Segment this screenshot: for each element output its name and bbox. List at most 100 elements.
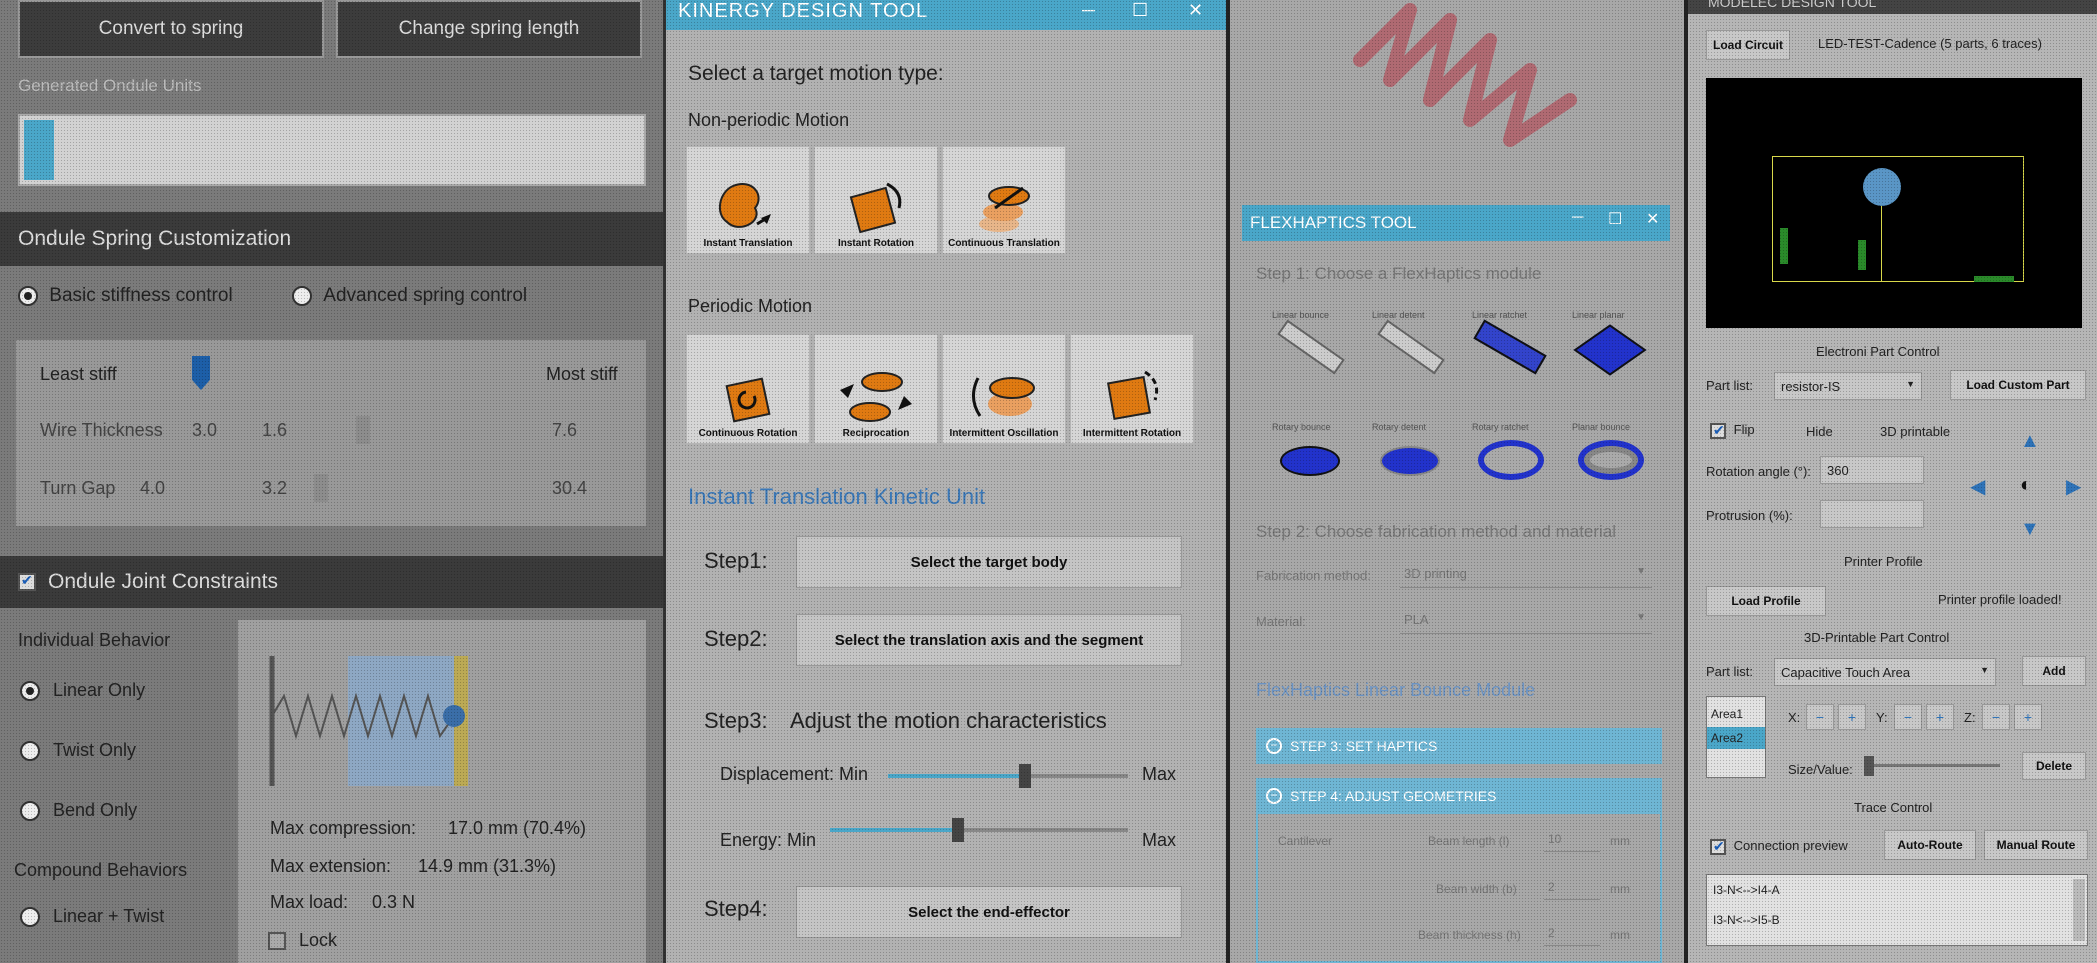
- displacement-slider[interactable]: [888, 764, 1128, 788]
- arrow-left-icon[interactable]: ◀: [1970, 474, 1985, 499]
- circuit-preview: [1706, 78, 2082, 328]
- rotary-detent-icon: [1380, 446, 1440, 476]
- printable-part-section-label: 3D-Printable Part Control: [1804, 630, 1950, 645]
- step4-geometries-header[interactable]: − STEP 4: ADJUST GEOMETRIES: [1256, 778, 1662, 814]
- size-slider[interactable]: [1864, 756, 2000, 776]
- y-minus-button[interactable]: −: [1894, 704, 1922, 730]
- module-linear-bounce[interactable]: Linear bounce: [1266, 310, 1356, 394]
- slider-thumb[interactable]: [1018, 764, 1031, 788]
- change-spring-length-button[interactable]: Change spring length: [336, 0, 642, 58]
- contrast-icon[interactable]: ◐: [2020, 474, 2032, 497]
- select-target-body-button[interactable]: Select the target body: [796, 536, 1182, 588]
- trace-item[interactable]: I3-N<-->I5-B: [1713, 913, 1780, 927]
- lock-label: Lock: [299, 930, 338, 950]
- beam-thickness-input[interactable]: 2: [1544, 922, 1600, 946]
- continuous-rotation-card[interactable]: Continuous Rotation: [686, 334, 810, 444]
- trace-list[interactable]: I3-N<-->I4-A I3-N<-->I5-B: [1706, 874, 2088, 946]
- part-list2-select[interactable]: Capacitive Touch Area ▼: [1774, 658, 1996, 686]
- continuous-translation-card[interactable]: Continuous Translation: [942, 146, 1066, 254]
- part-list-label: Part list:: [1706, 378, 1753, 393]
- linear-only-radio[interactable]: Linear Only: [20, 680, 145, 702]
- module-linear-planar[interactable]: Linear planar: [1566, 310, 1656, 394]
- area-item[interactable]: Area1: [1707, 703, 1765, 725]
- bend-only-radio[interactable]: Bend Only: [20, 800, 137, 822]
- module-linear-ratchet[interactable]: Linear ratchet: [1466, 310, 1556, 394]
- joint-checkbox-icon[interactable]: [18, 572, 36, 591]
- wire-slider-thumb[interactable]: [356, 416, 370, 444]
- delete-button[interactable]: Delete: [2022, 752, 2086, 780]
- select-translation-axis-button[interactable]: Select the translation axis and the segm…: [796, 614, 1182, 666]
- z-plus-button[interactable]: +: [2014, 704, 2042, 730]
- advanced-spring-radio[interactable]: Advanced spring control: [292, 285, 527, 307]
- beam-width-input[interactable]: 2: [1544, 876, 1600, 900]
- scrollbar[interactable]: [2073, 879, 2085, 941]
- basic-stiffness-radio[interactable]: Basic stiffness control: [18, 285, 233, 307]
- x-minus-button[interactable]: −: [1806, 704, 1834, 730]
- printable-3d-label[interactable]: 3D printable: [1880, 424, 1950, 439]
- trace-item[interactable]: I3-N<-->I4-A: [1713, 883, 1780, 897]
- close-icon[interactable]: ✕: [1646, 209, 1659, 229]
- arrow-up-icon[interactable]: ▲: [2020, 430, 2040, 453]
- close-icon[interactable]: ✕: [1188, 0, 1204, 21]
- arrow-down-icon[interactable]: ▼: [2020, 518, 2040, 541]
- printer-profile-section-label: Printer Profile: [1844, 554, 1923, 569]
- connection-preview-checkbox[interactable]: Connection preview: [1710, 838, 1848, 855]
- y-plus-button[interactable]: +: [1926, 704, 1954, 730]
- slider-thumb[interactable]: [1864, 756, 1874, 776]
- twist-only-radio[interactable]: Twist Only: [20, 740, 136, 762]
- rotation-angle-input[interactable]: 360: [1820, 456, 1924, 484]
- manual-route-button[interactable]: Manual Route: [1984, 830, 2088, 860]
- slider-thumb[interactable]: [952, 818, 965, 842]
- fabrication-select[interactable]: 3D printing ▼: [1400, 562, 1652, 588]
- turn-slider-thumb[interactable]: [314, 474, 328, 502]
- select-end-effector-button[interactable]: Select the end-effector: [796, 886, 1182, 938]
- load-profile-button[interactable]: Load Profile: [1706, 586, 1826, 616]
- z-minus-button[interactable]: −: [1982, 704, 2010, 730]
- x-label: X:: [1788, 710, 1801, 725]
- area-list[interactable]: Area1 Area2: [1706, 696, 1766, 778]
- arrow-right-icon[interactable]: ▶: [2066, 474, 2081, 499]
- minimize-icon[interactable]: ─: [1082, 0, 1096, 21]
- instant-translation-card[interactable]: Instant Translation: [686, 146, 810, 254]
- protrusion-input[interactable]: [1820, 500, 1924, 528]
- module-planar-bounce[interactable]: Planar bounce: [1566, 422, 1656, 506]
- radio-unselected-icon: [20, 741, 40, 762]
- intermittent-oscillation-card[interactable]: Intermittent Oscillation: [942, 334, 1066, 444]
- customization-header: Ondule Spring Customization: [0, 212, 663, 266]
- part-list-select[interactable]: resistor-IS ▼: [1774, 372, 1922, 400]
- planar-bounce-icon: [1578, 440, 1644, 480]
- module-rotary-ratchet[interactable]: Rotary ratchet: [1466, 422, 1556, 506]
- load-circuit-button[interactable]: Load Circuit: [1706, 30, 1790, 60]
- module-rotary-detent[interactable]: Rotary detent: [1366, 422, 1456, 506]
- linear-twist-radio[interactable]: Linear + Twist: [20, 906, 164, 928]
- module-rotary-bounce[interactable]: Rotary bounce: [1266, 422, 1356, 506]
- maximize-icon[interactable]: ☐: [1132, 0, 1149, 21]
- step3-haptics-header[interactable]: − STEP 3: SET HAPTICS: [1256, 728, 1662, 764]
- flip-checkbox[interactable]: Flip: [1710, 422, 1755, 439]
- hide-label[interactable]: Hide: [1806, 424, 1833, 439]
- maximize-icon[interactable]: ☐: [1608, 209, 1622, 229]
- lock-checkbox[interactable]: Lock: [268, 930, 337, 951]
- minimize-icon[interactable]: ─: [1572, 209, 1583, 227]
- add-button[interactable]: Add: [2022, 656, 2086, 686]
- reciprocation-card[interactable]: Reciprocation: [814, 334, 938, 444]
- module-linear-detent[interactable]: Linear detent: [1366, 310, 1456, 394]
- step1-label: Step1:: [704, 548, 768, 573]
- module-label: Linear detent: [1372, 310, 1425, 320]
- generated-unit-item[interactable]: [24, 120, 54, 180]
- area-item-selected[interactable]: Area2: [1707, 727, 1765, 749]
- load-custom-part-button[interactable]: Load Custom Part: [1950, 370, 2086, 400]
- beam-length-input[interactable]: 10: [1544, 828, 1600, 852]
- energy-slider[interactable]: [830, 818, 1128, 842]
- auto-route-button[interactable]: Auto-Route: [1884, 830, 1976, 860]
- intermittent-rotation-card[interactable]: Intermittent Rotation: [1070, 334, 1194, 444]
- stiffness-box: Least stiff Most stiff Wire Thickness 3.…: [16, 340, 646, 526]
- stiffness-slider-thumb[interactable]: [192, 356, 210, 390]
- instant-rotation-card[interactable]: Instant Rotation: [814, 146, 938, 254]
- material-select[interactable]: PLA ▼: [1400, 608, 1652, 634]
- convert-to-spring-button[interactable]: Convert to spring: [18, 0, 324, 58]
- chevron-down-icon: ▼: [1906, 379, 1915, 389]
- generated-units-list[interactable]: [18, 114, 646, 186]
- flip-label: Flip: [1733, 422, 1755, 437]
- x-plus-button[interactable]: +: [1838, 704, 1866, 730]
